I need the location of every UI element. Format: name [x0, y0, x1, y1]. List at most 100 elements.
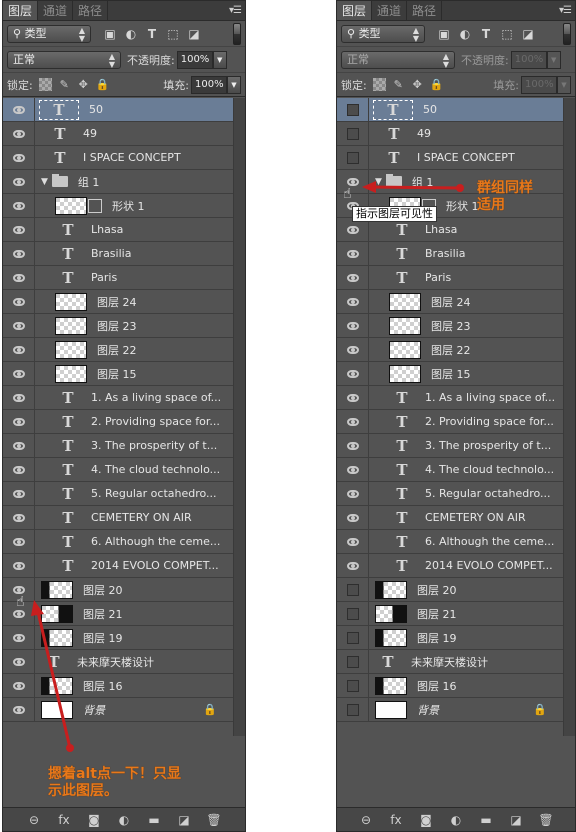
visibility-toggle[interactable] — [3, 386, 35, 409]
visibility-toggle[interactable] — [3, 434, 35, 457]
tab-paths[interactable]: 路径 — [407, 1, 443, 20]
visibility-toggle[interactable] — [337, 674, 369, 697]
layer-row[interactable]: T 49 — [3, 122, 233, 146]
layer-row[interactable]: T 1. As a living space of... — [3, 386, 233, 410]
layer-row[interactable]: 图层 20 — [3, 578, 233, 602]
lock-position-icon[interactable]: ✥ — [411, 78, 424, 91]
layer-row[interactable]: T 4. The cloud technolo... — [3, 458, 233, 482]
fill-input[interactable]: 100% — [191, 75, 227, 94]
opacity-dropdown-button[interactable]: ▼ — [212, 50, 227, 69]
adjustment-layer-icon[interactable]: ◐ — [448, 813, 464, 827]
layer-row[interactable]: 图层 16 — [337, 674, 563, 698]
layer-row[interactable]: T 未来摩天楼设计 — [3, 650, 233, 674]
visibility-toggle[interactable] — [337, 410, 369, 433]
layer-row[interactable]: 图层 19 — [3, 626, 233, 650]
filter-toggle[interactable] — [563, 22, 571, 45]
layer-row[interactable]: 图层 21 — [3, 602, 233, 626]
visibility-toggle[interactable] — [337, 554, 369, 577]
tab-layers[interactable]: 图层 — [337, 1, 373, 20]
visibility-toggle[interactable] — [337, 98, 369, 121]
layer-row[interactable]: T 1. As a living space of... — [337, 386, 563, 410]
layer-row[interactable]: 图层 20 — [337, 578, 563, 602]
visibility-toggle[interactable] — [3, 338, 35, 361]
opacity-input[interactable]: 100% — [510, 50, 547, 69]
layer-row[interactable]: T 未来摩天楼设计 — [337, 650, 563, 674]
layer-row[interactable]: 图层 23 — [337, 314, 563, 338]
add-mask-icon[interactable]: ◙ — [86, 813, 102, 827]
opacity-dropdown-button[interactable]: ▼ — [546, 50, 561, 69]
blend-mode-select[interactable]: 正常 ▲ ▼ — [341, 50, 455, 69]
visibility-toggle[interactable] — [337, 266, 369, 289]
layer-row[interactable]: 图层 16 — [3, 674, 233, 698]
layer-row[interactable]: T 50 — [3, 98, 233, 122]
layer-row[interactable]: ▼ 组 1 — [3, 170, 233, 194]
visibility-toggle[interactable] — [3, 218, 35, 241]
visibility-toggle[interactable] — [3, 242, 35, 265]
layer-row[interactable]: 图层 24 — [337, 290, 563, 314]
delete-layer-icon[interactable]: 🗑 — [206, 813, 222, 827]
fill-input[interactable]: 100% — [521, 75, 557, 94]
visibility-toggle[interactable] — [3, 362, 35, 385]
visibility-toggle[interactable] — [337, 314, 369, 337]
lock-transparent-icon[interactable] — [38, 78, 52, 91]
visibility-toggle[interactable] — [337, 242, 369, 265]
layer-row[interactable]: T I SPACE CONCEPT — [3, 146, 233, 170]
layer-row[interactable]: T 3. The prosperity of t... — [337, 434, 563, 458]
layer-row[interactable]: T 5. Regular octahedro... — [337, 482, 563, 506]
layer-row[interactable]: T 5. Regular octahedro... — [3, 482, 233, 506]
visibility-toggle[interactable] — [3, 314, 35, 337]
tab-channels[interactable]: 通道 — [372, 1, 408, 20]
visibility-toggle[interactable] — [337, 338, 369, 361]
visibility-toggle[interactable] — [3, 698, 35, 721]
visibility-toggle[interactable] — [3, 554, 35, 577]
layer-row[interactable]: T 2014 EVOLO COMPET... — [3, 554, 233, 578]
expand-caret-icon[interactable]: ▼ — [41, 177, 48, 187]
layer-row[interactable]: T 49 — [337, 122, 563, 146]
visibility-toggle[interactable] — [337, 362, 369, 385]
layer-row[interactable]: T Brasilia — [3, 242, 233, 266]
layer-row[interactable]: T Paris — [3, 266, 233, 290]
new-group-icon[interactable]: ▬ — [478, 813, 494, 827]
layer-row[interactable]: T CEMETERY ON AIR — [337, 506, 563, 530]
visibility-toggle[interactable] — [3, 650, 35, 673]
panel-menu-icon[interactable]: ▾☰ — [229, 5, 242, 16]
visibility-toggle[interactable] — [337, 458, 369, 481]
type-filter-icon[interactable]: T — [145, 27, 159, 41]
link-layers-icon[interactable]: ⊖ — [26, 813, 42, 827]
lock-pixels-icon[interactable]: ✎ — [58, 78, 71, 91]
tab-channels[interactable]: 通道 — [38, 1, 74, 20]
visibility-toggle[interactable] — [337, 650, 369, 673]
layer-row[interactable]: T 2. Providing space for... — [3, 410, 233, 434]
filter-kind-select[interactable]: ⚲ 类型 ▲ ▼ — [7, 24, 91, 43]
layer-row[interactable]: 背景 🔒 — [337, 698, 563, 722]
layer-row[interactable]: T 2. Providing space for... — [337, 410, 563, 434]
blend-mode-select[interactable]: 正常 ▲ ▼ — [7, 50, 121, 69]
visibility-toggle[interactable] — [337, 122, 369, 145]
visibility-toggle[interactable] — [337, 482, 369, 505]
layer-row[interactable]: 图层 19 — [337, 626, 563, 650]
visibility-toggle[interactable] — [3, 530, 35, 553]
add-mask-icon[interactable]: ◙ — [418, 813, 434, 827]
visibility-toggle[interactable] — [337, 434, 369, 457]
visibility-toggle[interactable] — [3, 146, 35, 169]
layer-row[interactable]: 图层 24 — [3, 290, 233, 314]
layers-scrollbar[interactable] — [563, 98, 575, 736]
adjustment-layer-icon[interactable]: ◐ — [116, 813, 132, 827]
layer-row[interactable]: T 3. The prosperity of t... — [3, 434, 233, 458]
layer-row[interactable]: T Lhasa — [3, 218, 233, 242]
lock-all-icon[interactable]: 🔒 — [430, 78, 444, 91]
fill-dropdown-button[interactable]: ▼ — [557, 75, 571, 94]
visibility-toggle[interactable] — [337, 530, 369, 553]
layer-row[interactable]: T 4. The cloud technolo... — [337, 458, 563, 482]
tab-paths[interactable]: 路径 — [73, 1, 109, 20]
layer-row[interactable]: 图层 22 — [3, 338, 233, 362]
layer-row[interactable]: 图层 15 — [337, 362, 563, 386]
tab-layers[interactable]: 图层 — [3, 1, 39, 20]
visibility-toggle[interactable] — [3, 458, 35, 481]
layer-row[interactable]: 图层 21 — [337, 602, 563, 626]
layer-row[interactable]: 图层 22 — [337, 338, 563, 362]
new-layer-icon[interactable]: ◪ — [176, 813, 192, 827]
visibility-toggle[interactable] — [337, 146, 369, 169]
visibility-toggle[interactable] — [3, 674, 35, 697]
image-filter-icon[interactable]: ▣ — [437, 27, 451, 41]
